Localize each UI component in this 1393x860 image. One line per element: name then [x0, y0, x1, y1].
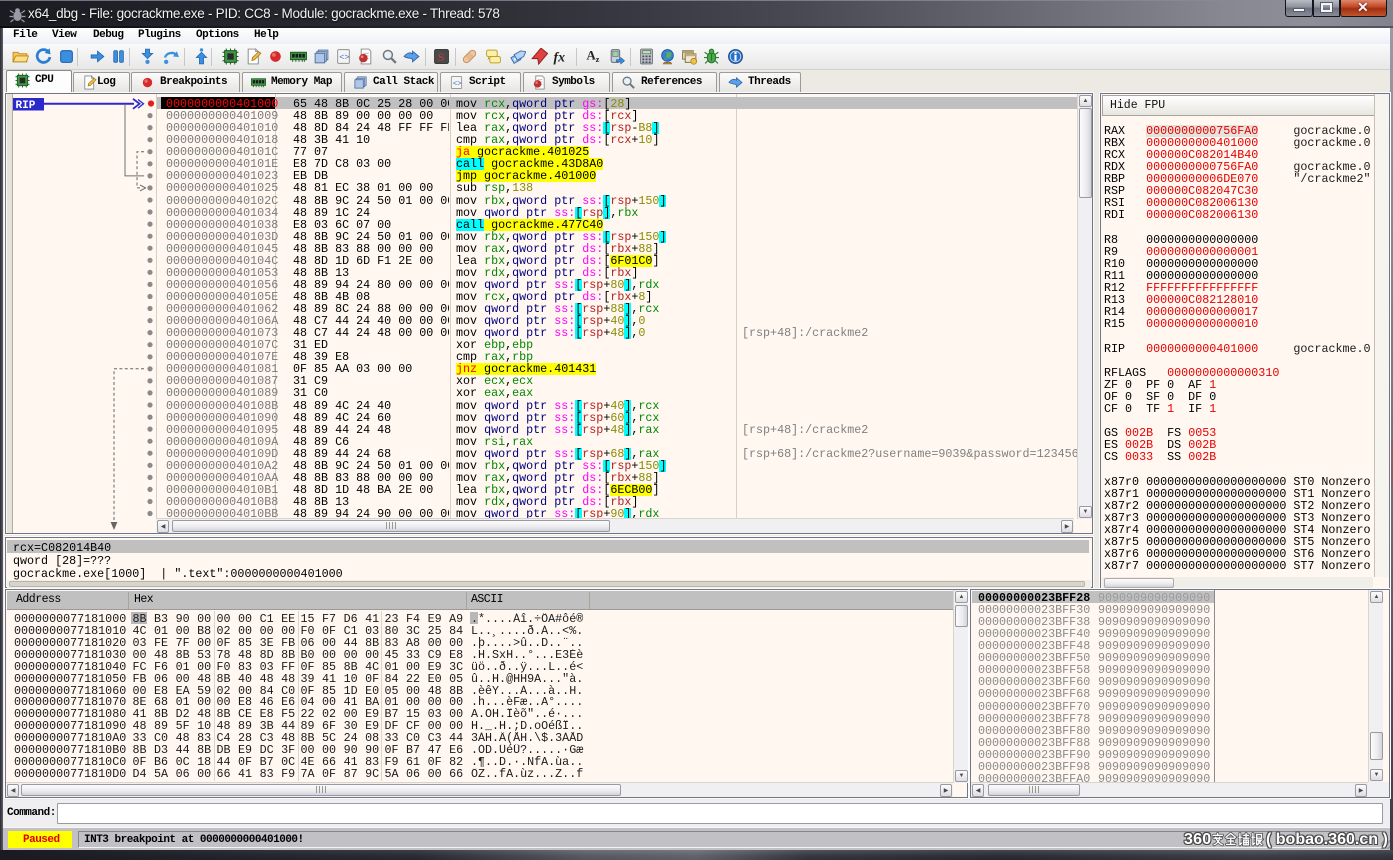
- svg-text:<>: <>: [339, 53, 349, 63]
- svg-text:fx: fx: [554, 49, 566, 64]
- svg-text:RIP: RIP: [16, 100, 36, 112]
- svg-text:S: S: [438, 51, 445, 64]
- svg-text:<>: <>: [453, 80, 463, 88]
- svg-text:z: z: [596, 54, 600, 64]
